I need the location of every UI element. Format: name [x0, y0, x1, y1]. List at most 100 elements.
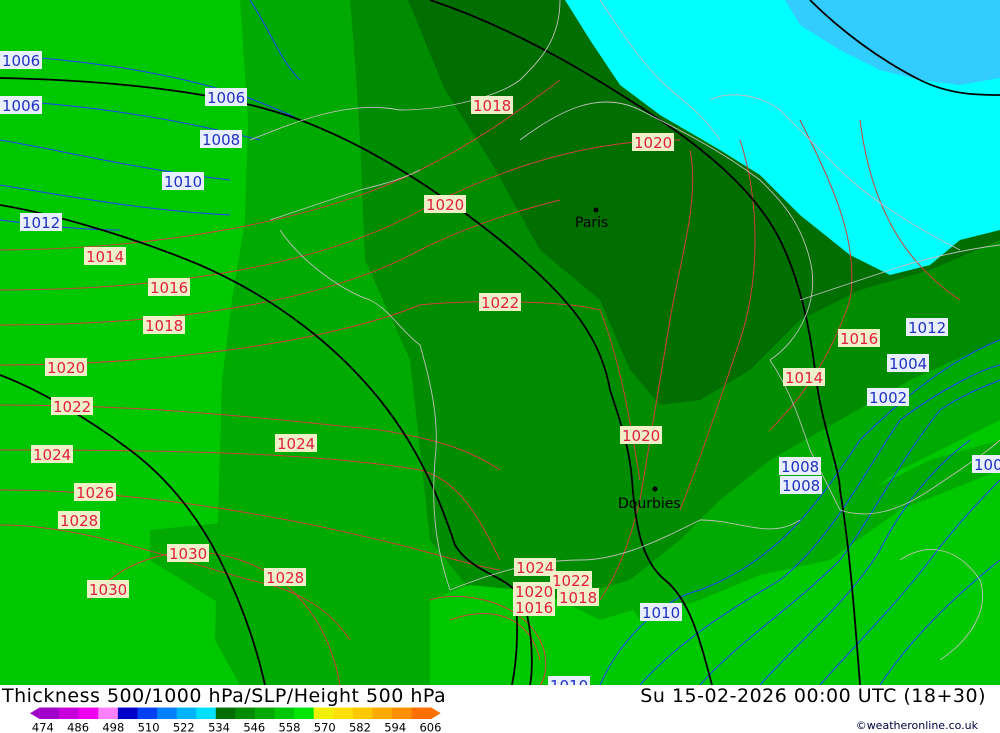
isobar-label: 1022	[51, 397, 93, 416]
scale-swatch	[352, 707, 373, 720]
isobar-label-text: 1024	[277, 435, 315, 453]
color-scale: 474 486 498 510 522 534 546 558 570 582 594 606	[30, 707, 441, 733]
isobar-label: 1010	[548, 676, 590, 685]
isobar-label: 1020	[424, 195, 466, 214]
isobar-label-text: 1010	[164, 173, 202, 191]
isobar-label: 1012	[20, 213, 62, 232]
scale-right-arrow-icon	[431, 707, 441, 720]
isobar-label: 1022	[479, 293, 521, 312]
valid-datetime: Su 15-02-2026 00:00 UTC (18+30)	[640, 685, 986, 707]
isobar-label: 1006	[0, 96, 42, 115]
scale-swatch	[392, 707, 413, 720]
scale-swatch	[333, 707, 354, 720]
isobar-label-text: 1018	[145, 317, 183, 335]
scale-tick-label: 546	[243, 720, 265, 733]
scale-swatch	[313, 707, 334, 720]
isobar-label-text: 1016	[840, 330, 878, 348]
scale-swatch	[59, 707, 80, 720]
city-label: Paris	[575, 215, 608, 231]
isobar-label-text: 1016	[515, 599, 553, 617]
isobar-label: 1020	[632, 133, 674, 152]
map-canvas: Paris Dourbies 1006100610081008101010121…	[0, 0, 1000, 685]
scale-swatch	[411, 707, 432, 720]
isobar-label: 1004	[887, 354, 929, 373]
isobar-label: 1008	[200, 130, 242, 149]
city-marker-icon	[652, 486, 658, 492]
scale-tick-label: 474	[32, 720, 54, 733]
scale-swatch	[215, 707, 236, 720]
isobar-label: 1018	[471, 96, 513, 115]
isobar-label-text: 1030	[89, 581, 127, 599]
isobar-label-text: 1020	[426, 196, 464, 214]
isobar-label-text: 1028	[266, 569, 304, 587]
scale-swatch	[274, 707, 295, 720]
isobar-label-text: 1018	[473, 97, 511, 115]
isobar-label: 1022	[550, 571, 592, 590]
isobar-label-text: 1002	[869, 389, 907, 407]
scale-tick-label: 486	[67, 720, 89, 733]
isobar-label: 1016	[148, 278, 190, 297]
scale-swatch	[137, 707, 158, 720]
isobar-label: 1008	[779, 457, 821, 476]
isobar-label-text: 1022	[552, 572, 590, 590]
scale-tick-label: 534	[208, 720, 230, 733]
isobar-label: 1024	[275, 434, 317, 453]
isobar-label-text: 1020	[47, 359, 85, 377]
scale-swatch	[39, 707, 60, 720]
isobar-label: 1024	[514, 558, 556, 577]
isobar-label-text: 1010	[642, 604, 680, 622]
isobar-label: 1014	[84, 247, 126, 266]
isobar-label-text: 1012	[908, 319, 946, 337]
weather-map: Paris Dourbies 1006 1006 1008 1008 1010 1012 1…	[0, 0, 1000, 685]
isobar-label: 1008	[780, 476, 822, 495]
scale-tick-label: 558	[279, 720, 301, 733]
scale-swatch	[176, 707, 197, 720]
scale-tick-label: 510	[138, 720, 160, 733]
isobar-label-text: 1024	[33, 446, 71, 464]
isobar-label-text: 1014	[86, 248, 124, 266]
scale-tick-label: 606	[419, 720, 441, 733]
isobar-label: 1002	[867, 388, 909, 407]
isobar-label: 1012	[906, 318, 948, 337]
map-footer: Thickness 500/1000 hPa/SLP/Height 500 hP…	[0, 685, 1000, 733]
isobar-label-text: 1006	[2, 52, 40, 70]
scale-swatch	[157, 707, 178, 720]
isobar-label-text: 1028	[60, 512, 98, 530]
isobar-label-text: 1006	[2, 97, 40, 115]
city-label: Dourbies	[618, 496, 681, 512]
isobar-label: 1026	[74, 483, 116, 502]
scale-tick-label: 522	[173, 720, 195, 733]
isobar-label: 1010	[162, 172, 204, 191]
scale-tick-label: 582	[349, 720, 371, 733]
scale-tick-label: 570	[314, 720, 336, 733]
isobar-label-text: 1026	[76, 484, 114, 502]
isobar-label-text: 1018	[559, 589, 597, 607]
isobar-label-text: 100	[974, 456, 1000, 474]
isobar-label: 1020	[45, 358, 87, 377]
scale-left-arrow-icon	[30, 707, 40, 720]
isobar-label: 1006	[205, 88, 247, 107]
map-title: Thickness 500/1000 hPa/SLP/Height 500 hP…	[2, 685, 447, 707]
scale-tick-label: 498	[102, 720, 124, 733]
scale-swatch	[254, 707, 276, 720]
scale-swatch	[235, 707, 256, 720]
scale-swatch	[117, 707, 138, 720]
scale-swatch	[372, 707, 393, 720]
isobar-label: 1028	[58, 511, 100, 530]
isobar-label-text: 1014	[785, 369, 823, 387]
isobar-label: 1030	[167, 544, 209, 563]
isobar-label-text: 1008	[781, 458, 819, 476]
isobar-label: 1010	[640, 603, 682, 622]
scale-swatch	[196, 707, 217, 720]
isobar-label-text: 1008	[202, 131, 240, 149]
isobar-label: 1030	[87, 580, 129, 599]
isobar-label: 1018	[557, 588, 599, 607]
isobar-label: 1006	[0, 51, 42, 70]
isobar-label-text: 1022	[481, 294, 519, 312]
isobar-label: 1020	[620, 426, 662, 445]
scale-swatch	[294, 707, 315, 720]
isobar-label-text: 1012	[22, 214, 60, 232]
city-marker-icon	[593, 207, 599, 213]
isobar-label-text: 1024	[516, 559, 554, 577]
credit-text: ©weatheronline.co.uk	[855, 719, 978, 732]
